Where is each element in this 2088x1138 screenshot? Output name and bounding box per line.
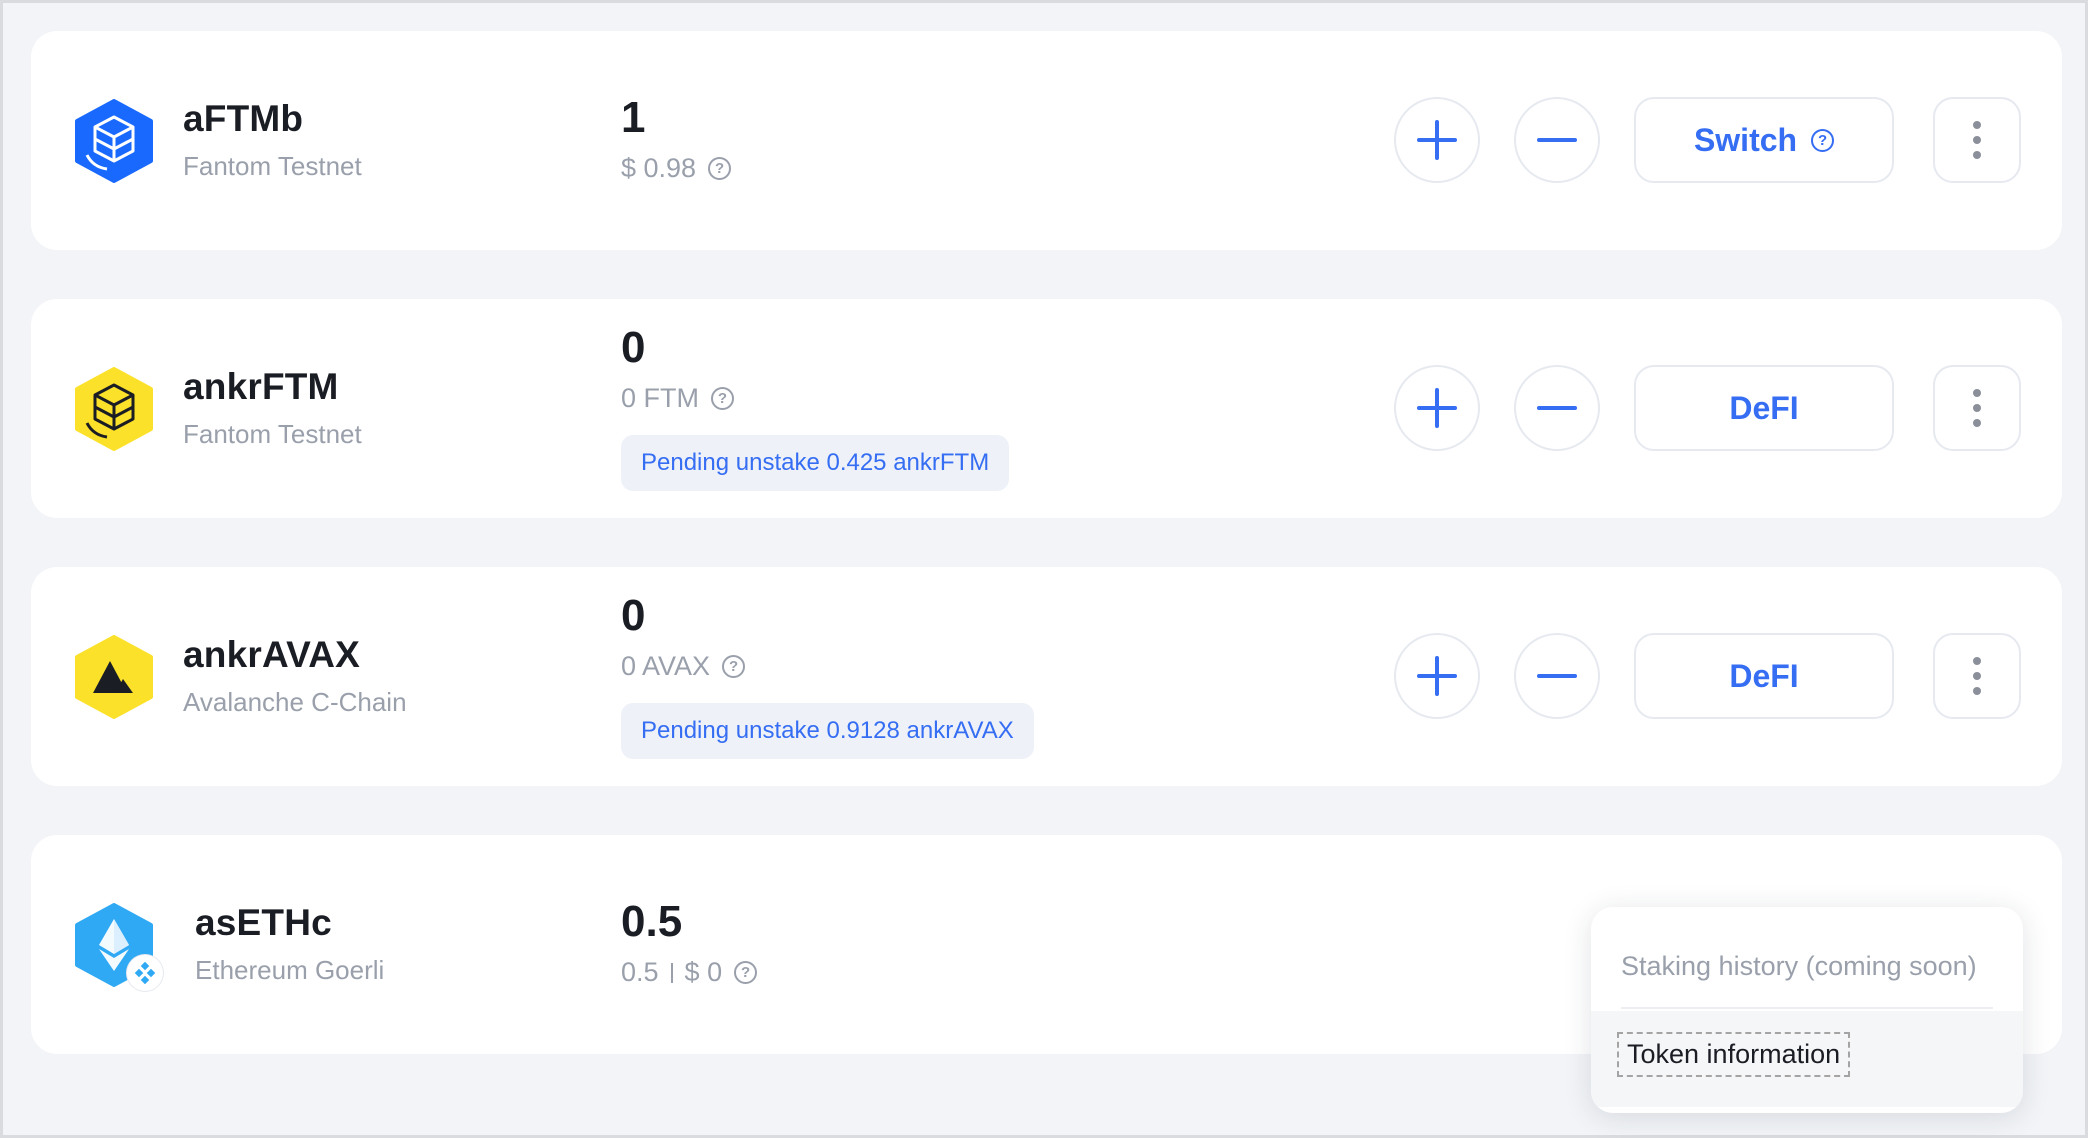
token-usd-value: $ 0.98 ? xyxy=(621,153,732,184)
more-options-button[interactable] xyxy=(1933,633,2021,719)
help-icon[interactable]: ? xyxy=(722,655,746,678)
token-network: Avalanche C-Chain xyxy=(183,687,407,717)
native-value-text: 0 FTM xyxy=(621,383,699,413)
token-amount: 0 xyxy=(621,591,646,640)
pending-unstake-badge: Pending unstake 0.9128 ankrAVAX xyxy=(621,703,1034,759)
defi-button[interactable]: DeFI xyxy=(1634,633,1894,719)
plus-icon xyxy=(1417,656,1457,696)
stake-button[interactable] xyxy=(1394,97,1480,183)
native-value-text: 0 AVAX xyxy=(621,651,711,681)
token-value-usd: $ 0 xyxy=(684,957,723,987)
token-amount: 0 xyxy=(621,323,646,372)
switch-button[interactable]: Switch ? xyxy=(1634,97,1894,183)
token-card-ankrftm: ankrFTM Fantom Testnet 0 0 FTM ? Pending… xyxy=(31,299,2062,518)
more-dots-icon xyxy=(1973,121,1981,129)
defi-button-label: DeFI xyxy=(1729,389,1799,426)
defi-button[interactable]: DeFI xyxy=(1634,365,1894,451)
ankr-avalanche-icon xyxy=(73,635,155,719)
token-network: Fantom Testnet xyxy=(183,419,362,449)
menu-item-staking-history: Staking history (coming soon) xyxy=(1621,951,1977,981)
unstake-button[interactable] xyxy=(1514,365,1600,451)
help-icon[interactable]: ? xyxy=(711,387,734,410)
minus-icon xyxy=(1537,406,1577,410)
help-icon[interactable]: ? xyxy=(708,157,732,180)
token-name: ankrFTM xyxy=(183,366,339,407)
fantom-cube-icon xyxy=(73,99,155,183)
switch-button-label: Switch xyxy=(1693,121,1798,158)
unstake-button[interactable] xyxy=(1514,97,1600,183)
menu-item-token-information[interactable]: Token information xyxy=(1591,1011,2023,1107)
unstake-button[interactable] xyxy=(1514,633,1600,719)
minus-icon xyxy=(1537,674,1577,678)
token-value-amount: 0.5 xyxy=(621,957,659,987)
token-value: 0.5 $ 0 ? xyxy=(621,957,758,988)
plus-icon xyxy=(1417,120,1457,160)
token-native-value: 0 AVAX ? xyxy=(621,651,746,682)
defi-button-label: DeFI xyxy=(1729,657,1799,694)
menu-item-label: Token information xyxy=(1617,1032,1851,1077)
more-options-menu: Staking history (coming soon) Token info… xyxy=(1591,907,2023,1113)
token-network: Fantom Testnet xyxy=(183,151,362,181)
token-card-ankravax: ankrAVAX Avalanche C-Chain 0 0 AVAX ? Pe… xyxy=(31,567,2062,786)
ethereum-icon xyxy=(73,903,163,991)
token-amount: 0.5 xyxy=(621,897,683,946)
value-separator xyxy=(670,962,673,983)
minus-icon xyxy=(1537,138,1577,142)
network-badge-icon xyxy=(127,955,163,991)
token-card-aftmb: aFTMb Fantom Testnet 1 $ 0.98 ? Switch ? xyxy=(31,31,2062,250)
more-options-button[interactable] xyxy=(1933,365,2021,451)
menu-divider xyxy=(1621,1007,1993,1009)
token-name: aFTMb xyxy=(183,98,304,139)
ankr-fantom-cube-icon xyxy=(73,367,155,451)
token-network: Ethereum Goerli xyxy=(195,955,385,985)
help-icon[interactable]: ? xyxy=(734,961,758,984)
token-native-value: 0 FTM ? xyxy=(621,383,734,414)
usd-value-text: $ 0.98 xyxy=(621,153,697,183)
token-name: ankrAVAX xyxy=(183,634,361,675)
more-dots-icon xyxy=(1973,389,1981,397)
help-icon[interactable]: ? xyxy=(1811,128,1835,152)
plus-icon xyxy=(1417,388,1457,428)
more-dots-icon xyxy=(1973,657,1981,665)
token-amount: 1 xyxy=(621,93,646,142)
pending-unstake-badge: Pending unstake 0.425 ankrFTM xyxy=(621,435,1010,491)
token-name: asETHc xyxy=(195,902,332,943)
token-list-panel: aFTMb Fantom Testnet 1 $ 0.98 ? Switch ? xyxy=(0,0,2088,1138)
stake-button[interactable] xyxy=(1394,365,1480,451)
stake-button[interactable] xyxy=(1394,633,1480,719)
more-options-button[interactable] xyxy=(1933,97,2021,183)
